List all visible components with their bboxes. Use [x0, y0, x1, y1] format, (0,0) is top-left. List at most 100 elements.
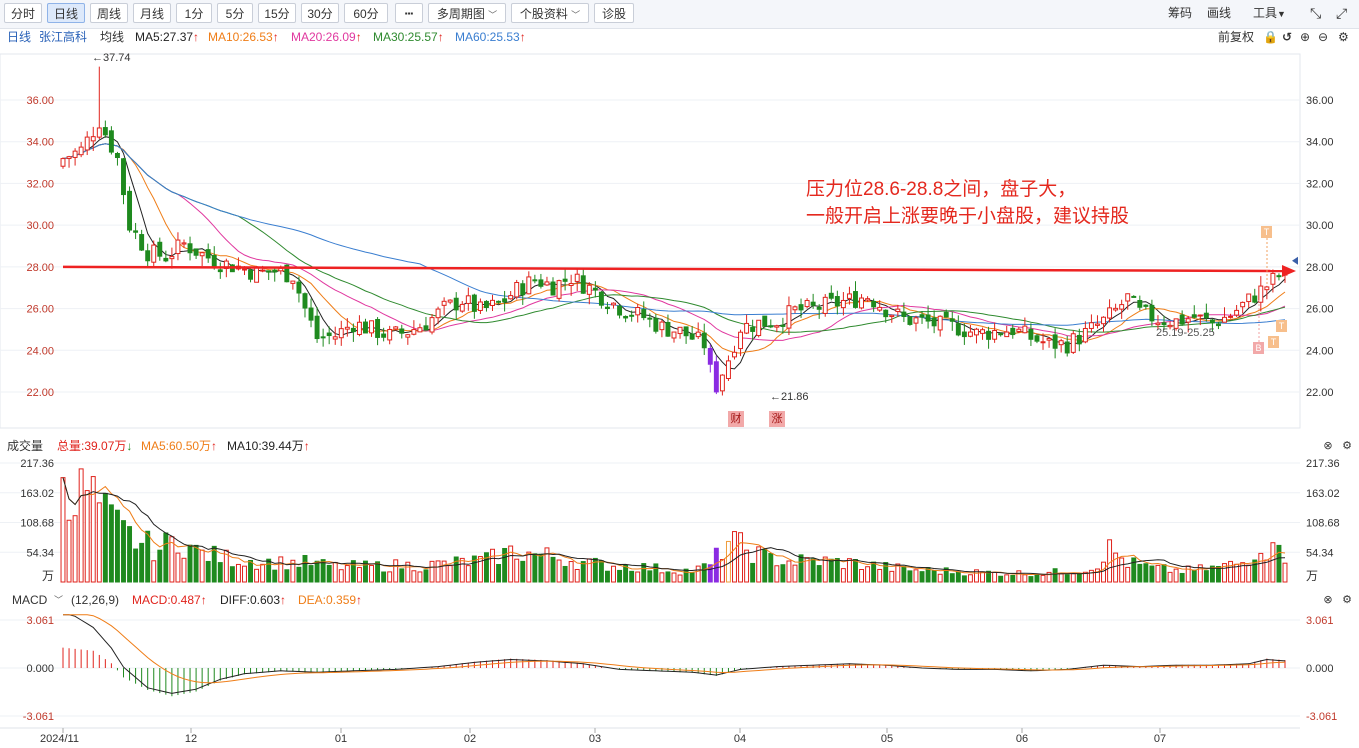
macd-params: (12,26,9)	[71, 593, 120, 607]
candle-body	[822, 296, 828, 314]
volume-bar	[350, 560, 356, 583]
chevron-down-icon[interactable]: ﹀	[54, 591, 63, 609]
volume-bar	[1173, 568, 1179, 583]
tab-monthly[interactable]: 月线	[133, 3, 171, 23]
diagnose-button[interactable]: 诊股	[594, 3, 634, 23]
avg-line-label[interactable]: 均线	[100, 28, 124, 46]
candle-body	[199, 252, 205, 257]
tab-fenshi[interactable]: 分时	[4, 3, 42, 23]
zoom-out-icon[interactable]: ⊖	[1318, 28, 1328, 46]
candle-body	[955, 323, 961, 336]
t-marker-top[interactable]: T	[1261, 226, 1272, 238]
candle-body	[967, 331, 973, 337]
candle-body	[1058, 340, 1064, 346]
volume-bar	[550, 556, 556, 583]
collapse-icon[interactable]: ⤡	[1310, 3, 1321, 23]
price-grid	[0, 53, 1301, 429]
x-axis-label: 01	[335, 733, 347, 745]
candle-body	[943, 311, 949, 318]
tab-5min[interactable]: 5分	[217, 3, 253, 23]
zoom-in-icon[interactable]: ⊕	[1300, 28, 1310, 46]
macd-title[interactable]: MACD	[12, 591, 47, 609]
candle-body	[865, 298, 871, 301]
candle-body	[901, 311, 907, 318]
candle-body	[1094, 323, 1100, 326]
volume-total-text: 总量:39.07万	[57, 439, 127, 453]
b-marker[interactable]: B	[1253, 342, 1264, 354]
note-line-2: 一般开启上涨要晚于小盘股，建议持股	[806, 206, 1130, 227]
candle-body	[925, 314, 931, 322]
volume-bar	[393, 559, 399, 583]
price-tick-left: 24.00	[26, 345, 54, 357]
candle-body	[574, 273, 580, 282]
candle-body	[786, 305, 792, 329]
volume-bar	[828, 558, 834, 583]
ma-info-bar: 日线 张江高科 均线 MA5:27.37↑ MA10:26.53↑ MA20:2…	[0, 28, 1359, 46]
close-panel-icon[interactable]: ⊗	[1321, 593, 1335, 607]
draw-line-button[interactable]: 画线	[1207, 3, 1231, 23]
t-marker-low[interactable]: T	[1268, 336, 1279, 348]
volume-bar	[574, 568, 580, 583]
candle-body	[671, 331, 677, 339]
candle-body	[611, 302, 616, 306]
macd-value: MACD:0.487↑	[132, 591, 207, 609]
price-tick-left: 36.00	[26, 95, 54, 107]
candle-body	[211, 254, 217, 268]
candle-body	[544, 281, 550, 286]
lock-icon[interactable]: 🔒	[1263, 28, 1278, 46]
stock-info-dropdown[interactable]: 个股资料 ﹀	[511, 3, 589, 23]
volume-bar	[151, 560, 157, 583]
candle-body	[556, 280, 562, 299]
volume-bar	[907, 570, 913, 583]
candle-body	[375, 318, 381, 338]
volume-bar	[102, 492, 108, 583]
close-panel-icon[interactable]: ⊗	[1321, 439, 1335, 453]
settings-icon[interactable]: ⚙	[1338, 28, 1349, 46]
candle-body	[883, 309, 889, 318]
candle-body	[889, 314, 895, 318]
low-price-value: 21.86	[781, 391, 809, 403]
candle-body	[502, 298, 508, 303]
stock-info-label: 个股资料	[519, 7, 568, 21]
volume-bar	[381, 571, 387, 583]
volume-bar	[278, 556, 284, 583]
tools-dropdown[interactable]: 工具▼	[1253, 3, 1286, 23]
volume-bar	[586, 558, 592, 583]
more-button[interactable]: ▪▪▪	[395, 3, 423, 23]
candle-body	[381, 333, 387, 338]
tools-label: 工具	[1253, 6, 1278, 20]
volume-bar	[84, 490, 90, 583]
t-marker-mid[interactable]: T	[1276, 320, 1287, 332]
adjust-label[interactable]: 前复权	[1218, 28, 1254, 46]
stock-name[interactable]: 张江高科	[39, 28, 87, 46]
tab-1min[interactable]: 1分	[176, 3, 212, 23]
volume-bar	[756, 546, 762, 583]
candle-body	[617, 305, 623, 316]
candle-body	[1082, 327, 1088, 343]
fullscreen-icon[interactable]: ⤢	[1336, 3, 1347, 23]
multi-period-dropdown[interactable]: 多周期图 ﹀	[428, 3, 506, 23]
volume-header: 成交量 总量:39.07万↓ MA5:60.50万↑ MA10:39.44万↑ …	[0, 437, 1359, 455]
toolbar: 分时 日线 周线 月线 1分 5分 15分 30分 60分 ▪▪▪ 多周期图 ﹀…	[0, 0, 1359, 29]
tab-15min[interactable]: 15分	[258, 3, 296, 23]
candle-body	[931, 317, 937, 327]
chips-button[interactable]: 筹码	[1168, 3, 1192, 23]
volume-bar	[611, 565, 616, 583]
chart-area[interactable]: 36.00 36.00 34.00 34.00 32.00 32.00 30.00 30.00…	[0, 46, 1359, 748]
candle-body	[1046, 337, 1052, 341]
settings-icon[interactable]: ⚙	[1340, 439, 1354, 453]
tab-weekly[interactable]: 周线	[90, 3, 128, 23]
candle-body	[114, 152, 120, 159]
price-axis: 36.00 36.00 34.00 34.00 32.00 32.00 30.00 30.00…	[26, 95, 1333, 399]
candle-body	[1040, 341, 1046, 344]
settings-icon[interactable]: ⚙	[1340, 593, 1354, 607]
reset-icon[interactable]: ↺	[1282, 28, 1292, 46]
financial-badge[interactable]: 财	[728, 411, 744, 427]
candle-body	[744, 322, 750, 334]
candle-body	[332, 336, 338, 340]
volume-bar	[1276, 544, 1282, 583]
tab-30min[interactable]: 30分	[301, 3, 339, 23]
tab-daily[interactable]: 日线	[47, 3, 85, 23]
tab-60min[interactable]: 60分	[344, 3, 388, 23]
limit-up-badge[interactable]: 涨	[769, 411, 785, 427]
